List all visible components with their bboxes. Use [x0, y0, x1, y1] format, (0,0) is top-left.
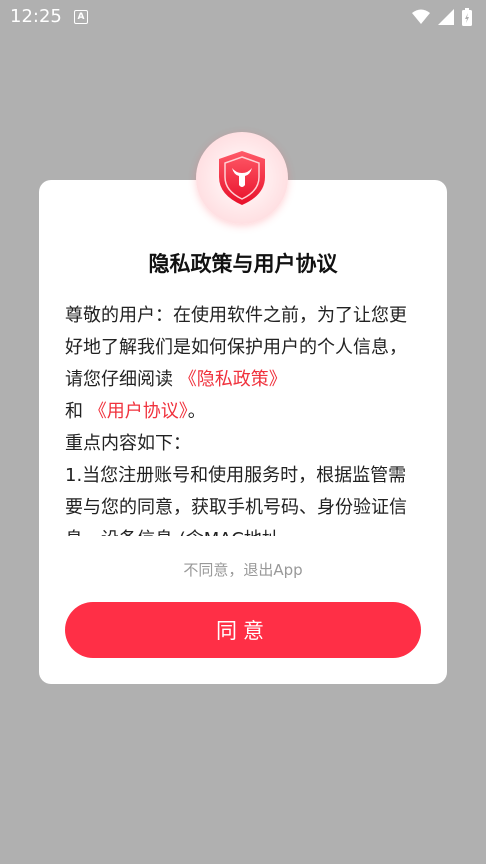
status-time: 12:25 [10, 6, 62, 27]
period-text: 。 [187, 401, 206, 422]
disagree-exit-button[interactable]: 不同意，退出App [39, 559, 447, 580]
dialog-title: 隐私政策与用户协议 [148, 252, 338, 276]
policy-content[interactable]: 尊敬的用户：在使用软件之前，为了让您更好地了解我们是如何保护用户的个人信息，请您… [65, 300, 423, 536]
status-bar: 12:25 A [0, 0, 486, 34]
agreement-line: 和 《用户协议》。 [65, 396, 423, 428]
and-text: 和 [65, 401, 89, 422]
signal-icon [438, 9, 454, 25]
policy-paragraph: 尊敬的用户：在使用软件之前，为了让您更好地了解我们是如何保护用户的个人信息，请您… [65, 300, 423, 396]
shield-bull-icon [219, 151, 265, 205]
key-item-1: 1.当您注册账号和使用服务时，根据监管需要与您的同意，获取手机号码、身份验证信息… [65, 465, 407, 536]
wifi-icon [412, 9, 430, 24]
status-icons [412, 8, 472, 26]
key-heading: 重点内容如下： [65, 433, 191, 454]
agree-button[interactable]: 同意 [65, 602, 421, 658]
privacy-policy-link[interactable]: 《隐私政策》 [179, 369, 287, 390]
app-logo [196, 132, 288, 224]
battery-icon [462, 8, 472, 26]
user-agreement-link[interactable]: 《用户协议》 [89, 401, 188, 422]
privacy-dialog: 隐私政策与用户协议 尊敬的用户：在使用软件之前，为了让您更好地了解我们是如何保护… [39, 180, 447, 684]
notification-icon: A [74, 10, 88, 24]
